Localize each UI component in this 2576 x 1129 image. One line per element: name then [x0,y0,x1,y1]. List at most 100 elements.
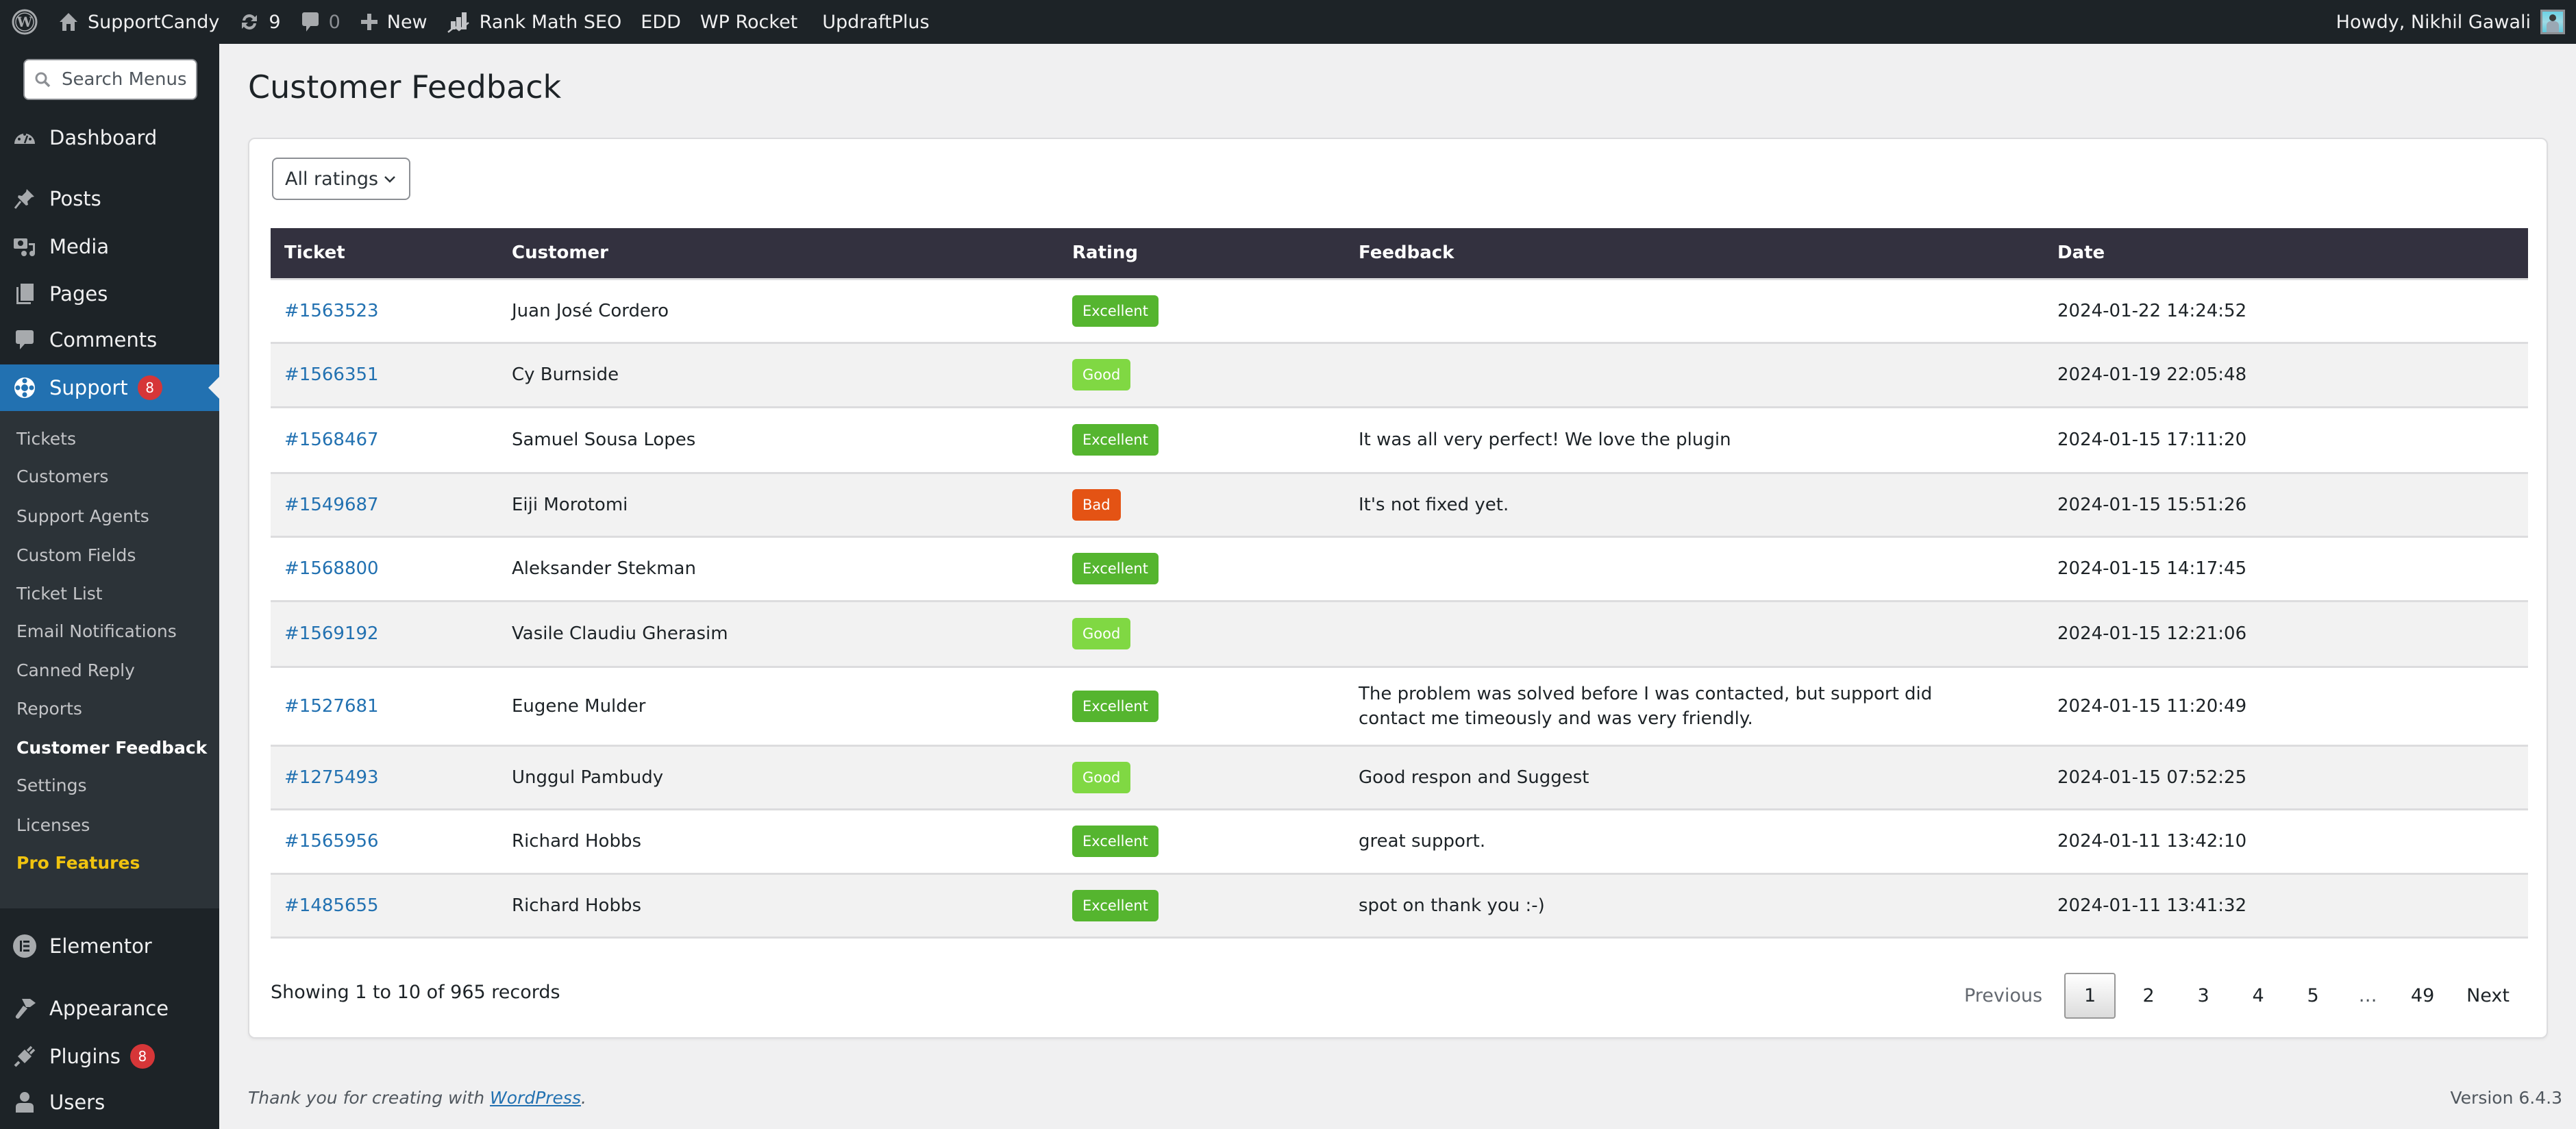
search-icon [34,71,51,88]
pagination-page[interactable]: 3 [2176,973,2231,1019]
submenu-licenses[interactable]: Licenses [16,811,90,839]
submenu-support-agents[interactable]: Support Agents [16,502,149,530]
column-header-ticket[interactable]: Ticket [271,228,498,280]
wp-rocket-link[interactable]: WP Rocket [691,0,807,44]
records-summary: Showing 1 to 10 of 965 records [271,982,560,1003]
comments-link[interactable]: 0 [290,0,350,44]
submenu-canned-reply[interactable]: Canned Reply [16,656,135,684]
support-count-badge: 8 [137,375,162,400]
table-row: #1566351 Cy Burnside Good 2024-01-19 22:05:… [271,343,2528,408]
rating-filter-select[interactable]: All ratings [272,158,410,200]
ticket-link[interactable]: #1563523 [284,301,379,321]
ticket-link[interactable]: #1566351 [284,364,379,385]
search-menus-input[interactable]: Search Menus [23,59,197,100]
wp-logo-button[interactable]: W [0,0,48,44]
menu-label: Elementor [49,934,152,958]
rating-badge: Bad [1072,488,1121,521]
cell-feedback: The problem was solved before I was cont… [1345,667,2044,747]
site-name: SupportCandy [88,11,220,33]
pagination-page[interactable]: 2 [2121,973,2176,1019]
updates-link[interactable]: 9 [229,0,290,44]
menu-item-comments[interactable]: Comments [0,318,219,362]
submenu-email-notifications[interactable]: Email Notifications [16,617,177,645]
rating-badge: Good [1072,618,1131,649]
menu-label: Users [49,1091,106,1114]
ticket-link[interactable]: #1549687 [284,495,379,515]
admin-sidebar: Search Menus Dashboard Posts Media Pages… [0,44,219,1129]
cell-customer: Eugene Mulder [498,667,1058,747]
submenu-customers[interactable]: Customers [16,462,108,490]
paintbrush-icon [12,996,37,1021]
menu-item-posts[interactable]: Posts [0,177,219,221]
pagination-next[interactable]: Next [2450,973,2526,1019]
ticket-link[interactable]: #1568800 [284,558,379,579]
submenu-customer-feedback[interactable]: Customer Feedback [16,734,207,761]
pagination-page[interactable]: 5 [2286,973,2340,1019]
menu-item-pages[interactable]: Pages [0,272,219,316]
menu-label: Plugins [49,1045,121,1068]
cell-rating: Good [1058,745,1345,810]
my-account-menu[interactable]: Howdy, Nikhil Gawali [2336,0,2576,44]
rating-badge: Excellent [1072,424,1159,456]
ticket-link[interactable]: #1569192 [284,623,379,644]
submenu-reports[interactable]: Reports [16,695,82,722]
column-header-feedback[interactable]: Feedback [1345,228,2044,280]
submenu-settings[interactable]: Settings [16,771,87,799]
support-submenu: Tickets Customers Support Agents Custom … [0,411,219,908]
submenu-tickets[interactable]: Tickets [16,425,76,452]
comment-icon [12,327,37,352]
pagination-page[interactable]: 4 [2231,973,2286,1019]
cell-feedback: great support. [1345,809,2044,875]
column-header-rating[interactable]: Rating [1058,228,1345,280]
cell-customer: Richard Hobbs [498,873,1058,939]
ticket-link[interactable]: #1485655 [284,895,379,916]
wordpress-link[interactable]: WordPress [490,1088,581,1108]
cell-ticket: #1485655 [271,873,498,939]
pagination-page[interactable]: 49 [2395,973,2450,1019]
menu-label: Pages [49,282,108,306]
rank-math-chart-icon [447,10,471,34]
plus-icon [360,12,379,32]
menu-item-elementor[interactable]: Elementor [0,924,219,968]
cell-feedback: spot on thank you :-) [1345,873,2044,939]
cell-feedback: It's not fixed yet. [1345,473,2044,538]
pagination-previous[interactable]: Previous [1948,973,2059,1019]
comment-bubble-icon [300,10,321,34]
lifebuoy-icon [12,375,37,400]
edd-link[interactable]: EDD [631,0,691,44]
column-header-customer[interactable]: Customer [498,228,1058,280]
ticket-link[interactable]: #1565956 [284,831,379,852]
edd-label: EDD [641,11,681,33]
new-content-link[interactable]: New [350,0,437,44]
ticket-link[interactable]: #1275493 [284,767,379,788]
pagination-page[interactable]: 1 [2064,973,2116,1019]
cell-customer: Cy Burnside [498,343,1058,408]
menu-item-appearance[interactable]: Appearance [0,987,219,1030]
ticket-link[interactable]: #1568467 [284,430,379,450]
updraftplus-link[interactable]: UpdraftPlus [807,0,939,44]
menu-item-dashboard[interactable]: Dashboard [0,116,219,160]
ticket-link[interactable]: #1527681 [284,696,379,717]
footer-thanks: Thank you for creating with WordPress. [248,1088,586,1108]
cell-customer: Aleksander Stekman [498,536,1058,602]
cell-feedback [1345,343,2044,408]
chevron-down-icon [382,171,398,192]
submenu-custom-fields[interactable]: Custom Fields [16,541,136,569]
submenu-ticket-list[interactable]: Ticket List [16,580,103,607]
menu-item-users[interactable]: Users [0,1080,219,1124]
admin-bar: W SupportCandy 9 0 New Rank Math SEO EDD [0,0,2576,44]
cell-customer: Vasile Claudiu Gherasim [498,601,1058,668]
site-name-link[interactable]: SupportCandy [48,0,229,44]
submenu-pro-features[interactable]: Pro Features [16,849,140,876]
cell-rating: Excellent [1058,667,1345,747]
pages-icon [12,282,37,306]
cell-date: 2024-01-15 07:52:25 [2044,745,2528,810]
menu-item-plugins[interactable]: Plugins 8 [0,1034,219,1078]
cell-customer: Unggul Pambudy [498,745,1058,810]
feedback-card: All ratings Ticket Customer Rating Feedb… [248,138,2548,1039]
column-header-date[interactable]: Date [2044,228,2528,280]
menu-item-support[interactable]: Support 8 [0,364,219,411]
menu-item-media[interactable]: Media [0,225,219,269]
wp-rocket-label: WP Rocket [699,11,798,33]
rank-math-link[interactable]: Rank Math SEO [437,0,632,44]
